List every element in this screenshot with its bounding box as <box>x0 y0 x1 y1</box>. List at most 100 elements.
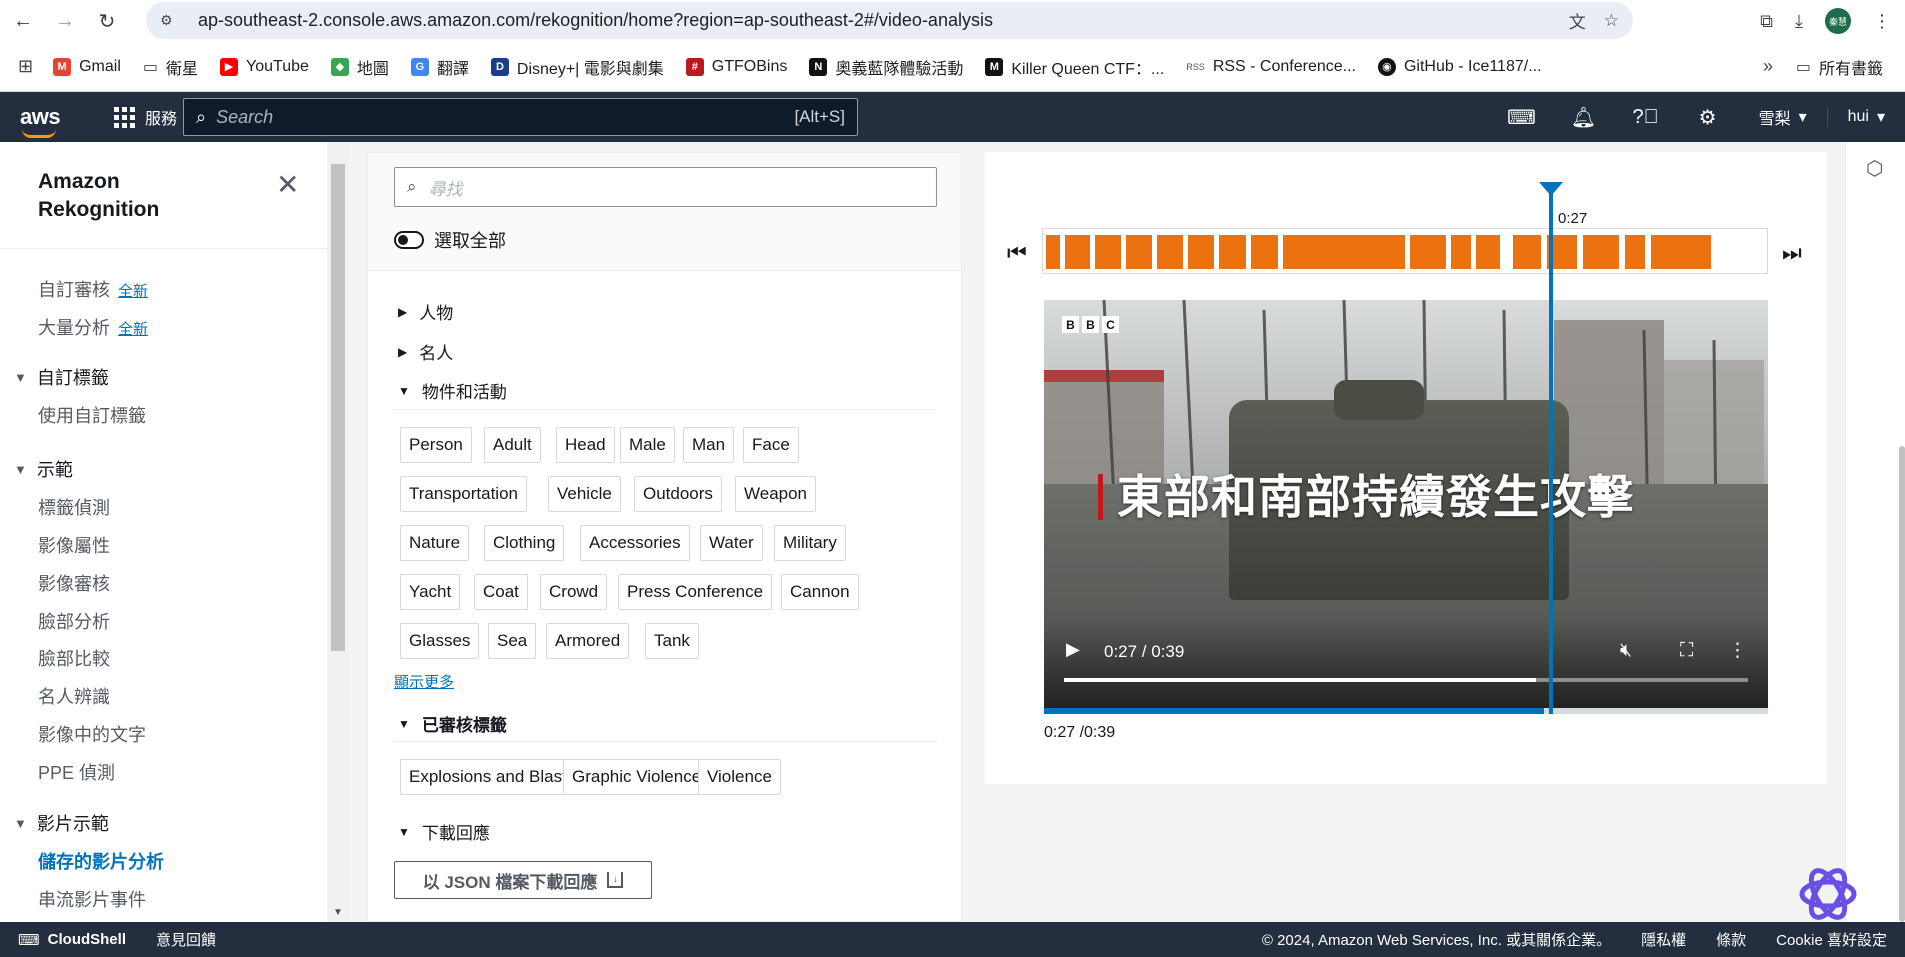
menu-dots-icon[interactable]: ⋮ <box>1873 11 1891 32</box>
sidebar-item-use-custom-labels[interactable]: 使用自訂標籤 <box>38 402 146 428</box>
label-chip[interactable]: Transportation <box>400 476 527 512</box>
video-player[interactable]: B B C 東部和南部持續發生攻擊 ▶ 0:27 / 0:39 🔇︎ ⛶ ⋮ <box>1044 300 1768 708</box>
moderation-chip[interactable]: Graphic Violence <box>563 759 711 795</box>
timeline-segment[interactable] <box>1513 235 1541 269</box>
label-chip[interactable]: Tank <box>645 623 699 659</box>
privacy-link[interactable]: 隱私權 <box>1641 929 1686 950</box>
reload-icon[interactable]: ↻ <box>88 2 126 40</box>
skip-forward-icon[interactable]: ⏭ <box>1782 240 1802 266</box>
page-scrollbar[interactable] <box>1897 142 1905 922</box>
sidebar-item-celebrity[interactable]: 名人辨識 <box>38 683 110 709</box>
section-objects-activities[interactable]: ▼ 物件和活動 <box>398 378 507 403</box>
timeline-segment[interactable] <box>1219 235 1246 269</box>
label-chip[interactable]: Armored <box>546 623 630 659</box>
bookmark-disney[interactable]: D Disney+| 電影與劇集 <box>490 55 664 79</box>
label-chip[interactable]: Yacht <box>400 574 461 610</box>
timeline-segment[interactable] <box>1583 235 1619 269</box>
sidebar-section-demos[interactable]: ▼ 示範 <box>14 456 73 482</box>
select-all-toggle[interactable] <box>394 231 424 249</box>
play-icon[interactable]: ▶ <box>1066 639 1080 660</box>
bookmark-folder[interactable]: ▭ 衛星 <box>143 55 198 79</box>
url-text[interactable]: ap-southeast-2.console.aws.amazon.com/re… <box>198 10 993 31</box>
sidebar-item-custom-moderation[interactable]: 自訂審核 全新 <box>38 276 148 302</box>
label-chip[interactable]: Person <box>400 427 472 463</box>
back-arrow-icon[interactable]: ← <box>4 2 42 40</box>
timeline-segment[interactable] <box>1451 235 1471 269</box>
label-chip[interactable]: Face <box>743 427 799 463</box>
label-chip[interactable]: Accessories <box>580 525 690 561</box>
label-chip[interactable]: Coat <box>474 574 528 610</box>
more-options-icon[interactable]: ⋮ <box>1728 639 1747 662</box>
address-bar[interactable]: ⚙ ap-southeast-2.console.aws.amazon.com/… <box>146 2 1633 39</box>
label-chip[interactable]: Vehicle <box>548 476 621 512</box>
bookmark-github[interactable]: ◉ GitHub - Ice1187/... <box>1377 57 1542 76</box>
label-chip[interactable]: Nature <box>400 525 470 561</box>
section-celebrities[interactable]: ▶ 名人 <box>398 339 453 364</box>
label-chip[interactable]: Man <box>683 427 735 463</box>
help-icon[interactable]: ?⃝ <box>1615 106 1677 129</box>
sidebar-title[interactable]: Amazon Rekognition <box>38 168 159 224</box>
feedback-link[interactable]: 意見回饋 <box>156 929 216 950</box>
cookie-preferences-link[interactable]: Cookie 喜好設定 <box>1776 929 1887 950</box>
cloudshell-icon[interactable]: ⌨ <box>1491 105 1553 130</box>
moderation-chip[interactable]: Explosions and Blasts <box>400 759 585 795</box>
show-more-link[interactable]: 顯示更多 <box>394 671 454 692</box>
notifications-icon[interactable]: 🔔︎ <box>1553 105 1615 130</box>
timeline-segment[interactable] <box>1095 235 1121 269</box>
bookmark-gmail[interactable]: M Gmail <box>53 57 121 76</box>
timeline-segment[interactable] <box>1625 235 1645 269</box>
scrollbar-thumb[interactable] <box>1899 446 1905 922</box>
bookmark-rss[interactable]: RSS RSS - Conference... <box>1186 58 1356 76</box>
services-menu[interactable]: 服務 <box>114 105 177 129</box>
bookmark-translate[interactable]: G 翻譯 <box>410 55 469 79</box>
translate-icon[interactable]: 文 <box>1569 8 1586 33</box>
label-chip[interactable]: Military <box>774 525 846 561</box>
skip-back-icon[interactable]: ⏮ <box>1007 240 1027 266</box>
extensions-icon[interactable]: ⧉ <box>1760 11 1773 32</box>
player-seek-bar[interactable] <box>1064 678 1748 682</box>
timeline-segment[interactable] <box>1046 235 1060 269</box>
sidebar-item-ppe[interactable]: PPE 偵測 <box>38 759 115 785</box>
label-chip[interactable]: Outdoors <box>634 476 722 512</box>
sidebar-section-custom-labels[interactable]: ▼ 自訂標籤 <box>14 364 109 390</box>
bookmark-ctf[interactable]: M Killer Queen CTF：... <box>985 55 1164 79</box>
section-download-response[interactable]: ▼ 下載回應 <box>398 819 490 844</box>
timeline-segment[interactable] <box>1126 235 1152 269</box>
bookmark-notion[interactable]: N 奧義藍隊體驗活動 <box>809 55 963 79</box>
sidebar-item-bulk-analysis[interactable]: 大量分析 全新 <box>38 314 148 340</box>
aws-logo[interactable]: aws <box>20 104 70 138</box>
forward-arrow-icon[interactable]: → <box>46 2 84 40</box>
timeline-segment[interactable] <box>1283 235 1405 269</box>
sidebar-item-streaming-video[interactable]: 串流影片事件 <box>38 886 146 912</box>
label-chip[interactable]: Head <box>556 427 615 463</box>
section-people[interactable]: ▶ 人物 <box>398 299 453 324</box>
sidebar-item-image-properties[interactable]: 影像屬性 <box>38 532 110 558</box>
user-menu[interactable]: hui ▾ <box>1826 107 1905 127</box>
label-chip[interactable]: Water <box>700 525 763 561</box>
aws-search-input[interactable]: ⌕ Search [Alt+S] <box>183 98 858 136</box>
sidebar-item-text-in-image[interactable]: 影像中的文字 <box>38 721 146 747</box>
playhead-handle-icon[interactable] <box>1539 182 1563 196</box>
site-settings-icon[interactable]: ⚙ <box>160 12 184 29</box>
sidebar-item-image-moderation[interactable]: 影像審核 <box>38 570 110 596</box>
timeline-segment[interactable] <box>1251 235 1278 269</box>
download-json-button[interactable]: 以 JSON 檔案下載回應 ↓ <box>394 861 652 899</box>
video-progress-bar[interactable] <box>1044 708 1768 714</box>
info-panel-icon[interactable]: ⬡ <box>1866 156 1883 181</box>
sidebar-item-face-compare[interactable]: 臉部比較 <box>38 645 110 671</box>
timeline-segment[interactable] <box>1476 235 1500 269</box>
bookmark-youtube[interactable]: ▶ YouTube <box>220 57 309 76</box>
label-chip[interactable]: Male <box>620 427 675 463</box>
timeline-playhead[interactable] <box>1539 182 1563 714</box>
scrollbar-thumb[interactable] <box>331 164 345 651</box>
timeline-segment[interactable] <box>1651 235 1711 269</box>
sidebar-scrollbar[interactable]: ▼ <box>327 142 349 922</box>
settings-gear-icon[interactable]: ⚙ <box>1677 105 1739 130</box>
timeline-segment[interactable] <box>1410 235 1446 269</box>
label-chip[interactable]: Crowd <box>540 574 608 610</box>
timeline-segment[interactable] <box>1157 235 1183 269</box>
label-chip[interactable]: Adult <box>484 427 541 463</box>
timeline-segment[interactable] <box>1188 235 1214 269</box>
sidebar-item-label-detection[interactable]: 標籤偵測 <box>38 494 110 520</box>
apps-grid-icon[interactable]: ⊞ <box>18 56 33 77</box>
